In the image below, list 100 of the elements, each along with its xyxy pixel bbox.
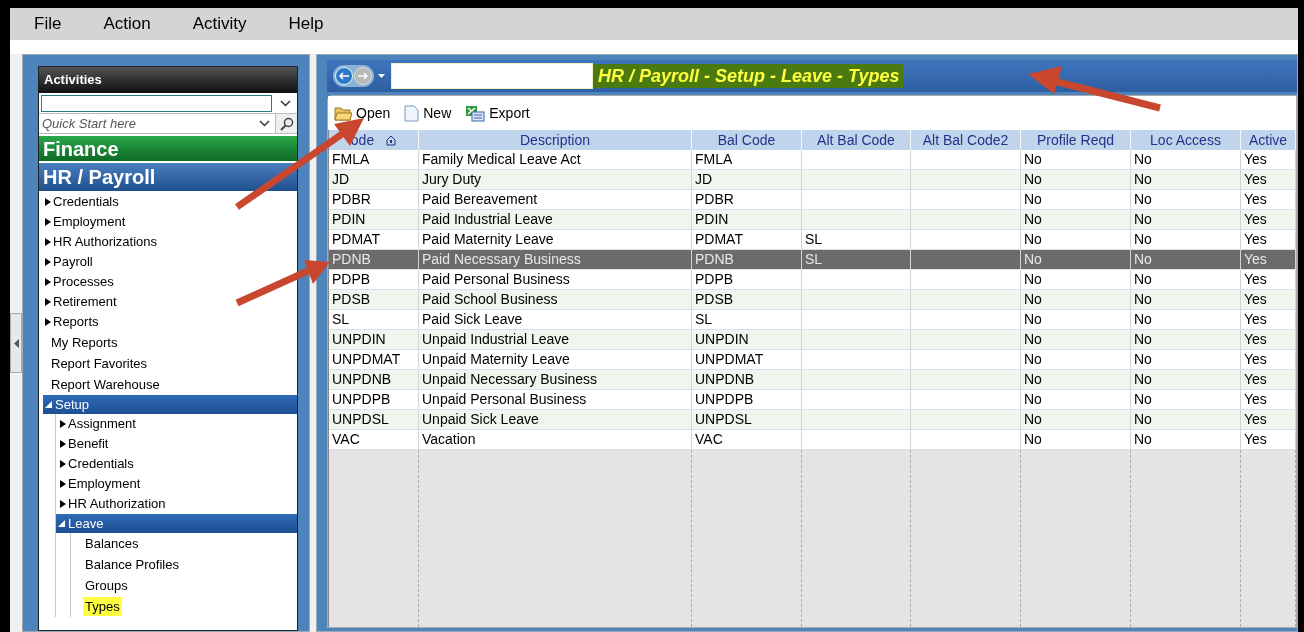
table-cell: No bbox=[1134, 290, 1152, 309]
table-cell: Yes bbox=[1244, 190, 1267, 209]
folder-icon bbox=[334, 105, 352, 121]
table-cell: Yes bbox=[1244, 410, 1267, 429]
table-row[interactable]: SL Paid Sick Leave SL No No Yes bbox=[329, 310, 1296, 330]
table-row[interactable]: FMLA Family Medical Leave Act FMLA No No Yes bbox=[329, 150, 1296, 170]
tree-item[interactable]: Credentials bbox=[39, 192, 297, 212]
tree-item[interactable]: Processes bbox=[39, 272, 297, 292]
forward-button[interactable] bbox=[354, 67, 372, 85]
tree-item[interactable]: Balances bbox=[83, 533, 141, 554]
table-cell: SL bbox=[805, 250, 823, 269]
table-cell: PDMAT bbox=[695, 230, 743, 249]
menu-item[interactable]: File bbox=[34, 11, 62, 37]
table-row[interactable]: UNPDNB Unpaid Necessary Business UNPDNB No No Yes bbox=[329, 370, 1296, 390]
tree-item[interactable]: Employment bbox=[39, 212, 297, 232]
table-cell: No bbox=[1024, 390, 1042, 409]
table-cell: Yes bbox=[1244, 270, 1267, 289]
table-cell: No bbox=[1024, 230, 1042, 249]
table-cell: PDIN bbox=[332, 210, 366, 229]
table-cell: UNPDMAT bbox=[332, 350, 401, 369]
table-cell: No bbox=[1024, 290, 1042, 309]
table-cell: No bbox=[1024, 370, 1042, 389]
table-cell: No bbox=[1024, 210, 1042, 229]
table-cell: Unpaid Personal Business bbox=[422, 390, 587, 409]
tree-item[interactable]: Payroll bbox=[39, 252, 297, 272]
table-cell: Yes bbox=[1244, 330, 1267, 349]
toolbar-button[interactable]: New bbox=[404, 102, 452, 124]
tree-item[interactable]: HR Authorizations bbox=[39, 232, 297, 252]
table-cell: UNPDSL bbox=[695, 410, 752, 429]
tree-item[interactable]: Retirement bbox=[39, 292, 297, 312]
tree-section-header[interactable]: Setup bbox=[43, 395, 297, 414]
table-cell: Yes bbox=[1244, 370, 1267, 389]
module-header[interactable]: HR / Payroll bbox=[39, 163, 297, 191]
collapse-tab[interactable] bbox=[10, 313, 22, 373]
tree-item[interactable]: Assignment bbox=[56, 414, 297, 434]
forward-arrow-icon bbox=[358, 72, 368, 80]
table-cell: No bbox=[1024, 310, 1042, 329]
table-row[interactable]: PDMAT Paid Maternity Leave PDMAT SL No No Yes bbox=[329, 230, 1296, 250]
collapsed-triangle-icon bbox=[45, 238, 51, 246]
back-button[interactable] bbox=[335, 67, 353, 85]
table-cell: SL bbox=[332, 310, 350, 329]
table-cell: UNPDPB bbox=[332, 390, 391, 409]
table-row[interactable]: PDIN Paid Industrial Leave PDIN No No Yes bbox=[329, 210, 1296, 230]
table-cell: No bbox=[1134, 150, 1152, 169]
table-cell: No bbox=[1134, 410, 1152, 429]
chevron-down-icon bbox=[259, 120, 270, 127]
table-cell: Yes bbox=[1244, 310, 1267, 329]
tree-item[interactable]: Credentials bbox=[56, 454, 297, 474]
table-cell: Yes bbox=[1244, 230, 1267, 249]
document-icon bbox=[404, 104, 420, 122]
tree-item[interactable]: Reports bbox=[39, 312, 297, 332]
table-cell: JD bbox=[332, 170, 350, 189]
table-cell: PDBR bbox=[695, 190, 734, 209]
search-button[interactable] bbox=[275, 114, 297, 133]
module-header[interactable]: Finance bbox=[39, 136, 297, 161]
table-cell: PDSB bbox=[695, 290, 734, 309]
table-cell: Jury Duty bbox=[422, 170, 482, 189]
tree-item[interactable]: Balance Profiles bbox=[83, 554, 181, 575]
toolbar-button[interactable]: Export bbox=[465, 102, 530, 124]
table-row[interactable]: PDNB Paid Necessary Business PDNB SL No No Yes bbox=[329, 250, 1296, 270]
table-row[interactable]: JD Jury Duty JD No No Yes bbox=[329, 170, 1296, 190]
table-row[interactable]: PDBR Paid Bereavement PDBR No No Yes bbox=[329, 190, 1296, 210]
table-cell: No bbox=[1134, 430, 1152, 449]
tree-item[interactable]: Benefit bbox=[56, 434, 297, 454]
table-row[interactable]: UNPDIN Unpaid Industrial Leave UNPDIN No No Yes bbox=[329, 330, 1296, 350]
table-row[interactable]: VAC Vacation VAC No No Yes bbox=[329, 430, 1296, 450]
table-cell: PDNB bbox=[332, 250, 371, 269]
address-field[interactable] bbox=[391, 63, 593, 89]
table-cell: No bbox=[1134, 230, 1152, 249]
tree-item[interactable]: My Reports bbox=[49, 332, 120, 353]
table-cell: No bbox=[1024, 190, 1042, 209]
tree-item[interactable]: Groups bbox=[83, 575, 130, 596]
table-cell: No bbox=[1134, 170, 1152, 189]
table-row[interactable]: PDPB Paid Personal Business PDPB No No Yes bbox=[329, 270, 1296, 290]
collapsed-triangle-icon bbox=[45, 218, 51, 226]
table-cell: No bbox=[1024, 150, 1042, 169]
tree-section-header[interactable]: Leave bbox=[56, 514, 297, 533]
table-row[interactable]: PDSB Paid School Business PDSB No No Yes bbox=[329, 290, 1296, 310]
collapsed-triangle-icon bbox=[60, 480, 66, 488]
menu-item[interactable]: Activity bbox=[192, 11, 247, 37]
table-cell: PDPB bbox=[332, 270, 371, 289]
table-row[interactable]: UNPDMAT Unpaid Maternity Leave UNPDMAT No No Yes bbox=[329, 350, 1296, 370]
table-cell: Paid Maternity Leave bbox=[422, 230, 554, 249]
table-cell: PDIN bbox=[695, 210, 729, 229]
tree-item[interactable]: Types bbox=[83, 596, 122, 617]
table-cell: VAC bbox=[332, 430, 360, 449]
table-row[interactable]: UNPDPB Unpaid Personal Business UNPDPB No No Yes bbox=[329, 390, 1296, 410]
collapsed-triangle-icon bbox=[60, 440, 66, 448]
menu-item[interactable]: Action bbox=[103, 11, 151, 37]
tree-item[interactable]: Employment bbox=[56, 474, 297, 494]
tree-item[interactable]: Report Favorites bbox=[49, 353, 150, 374]
table-cell: SL bbox=[805, 230, 823, 249]
table-row[interactable]: UNPDSL Unpaid Sick Leave UNPDSL No No Yes bbox=[329, 410, 1296, 430]
spreadsheet-icon bbox=[465, 104, 486, 122]
tree-item[interactable]: Report Warehouse bbox=[49, 374, 162, 395]
collapsed-triangle-icon bbox=[60, 420, 66, 428]
table-cell: No bbox=[1024, 410, 1042, 429]
table-cell: No bbox=[1134, 390, 1152, 409]
tree-item[interactable]: HR Authorization bbox=[56, 494, 297, 514]
menu-item[interactable]: Help bbox=[288, 11, 324, 37]
